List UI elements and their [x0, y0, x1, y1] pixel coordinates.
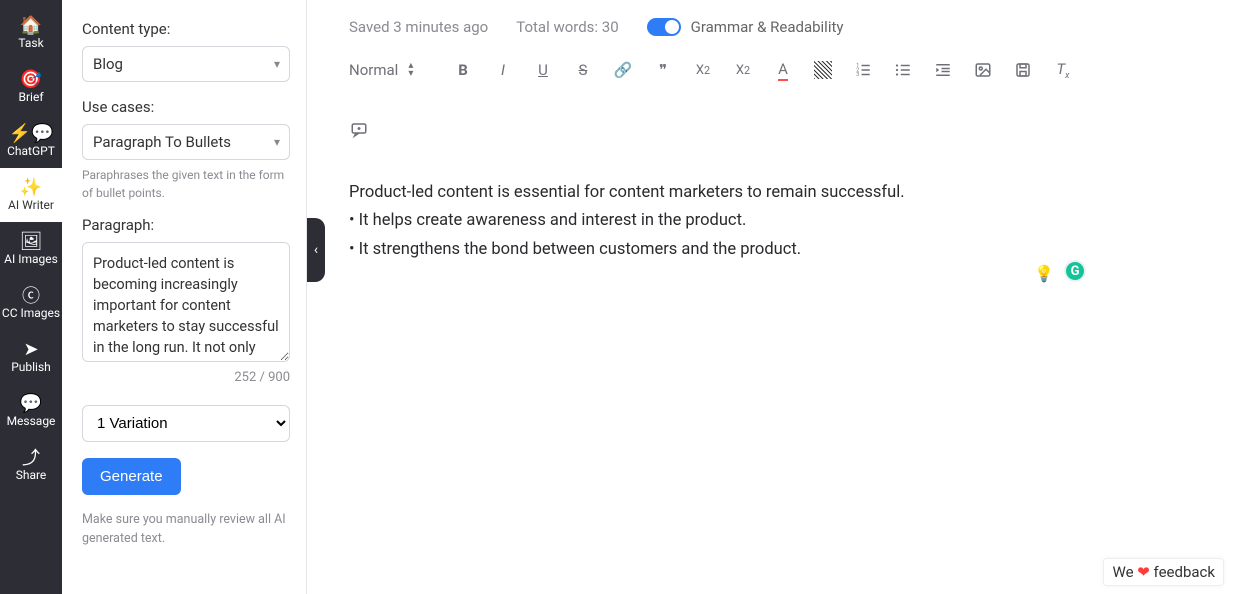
- nav-item-message[interactable]: 💬 Message: [0, 384, 62, 438]
- nav-item-publish[interactable]: ➤ Publish: [0, 330, 62, 384]
- variation-select[interactable]: 1 Variation: [82, 405, 290, 442]
- grammar-toggle-label: Grammar & Readability: [691, 18, 844, 36]
- heart-icon: ❤: [1137, 563, 1150, 581]
- grammar-toggle[interactable]: [647, 18, 681, 36]
- editor-content[interactable]: Product-led content is essential for con…: [307, 150, 1234, 295]
- nav-item-ai-images[interactable]: 🖼 AI Images: [0, 222, 62, 276]
- unordered-list-icon: [894, 61, 912, 79]
- strikethrough-button[interactable]: S: [573, 60, 593, 80]
- review-footnote: Make sure you manually review all AI gen…: [82, 511, 290, 549]
- ordered-list-button[interactable]: 123: [853, 60, 873, 80]
- format-select-label: Normal: [349, 61, 398, 79]
- bolt-chat-icon: ⚡💬: [9, 122, 54, 144]
- link-button[interactable]: 🔗: [613, 60, 633, 80]
- use-cases-label: Use cases:: [82, 98, 290, 116]
- insert-image-icon: [974, 61, 992, 79]
- save-button-icon[interactable]: [1013, 60, 1033, 80]
- nav-label: Share: [16, 468, 47, 482]
- share-icon: ⤴: [22, 446, 40, 468]
- highlight-icon: [814, 61, 832, 79]
- hint-bulb-icon[interactable]: 💡: [1034, 264, 1054, 283]
- underline-button[interactable]: U: [533, 60, 553, 80]
- text-color-button[interactable]: A: [773, 60, 793, 80]
- content-type-select[interactable]: Blog: [82, 46, 290, 82]
- unordered-list-button[interactable]: [893, 60, 913, 80]
- use-cases-hint: Paraphrases the given text in the form o…: [82, 166, 290, 202]
- content-line: • It helps create awareness and interest…: [349, 208, 1192, 234]
- editor-area: Saved 3 minutes ago Total words: 30 Gram…: [307, 0, 1234, 594]
- nav-item-cc-images[interactable]: ⓒ CC Images: [0, 276, 62, 330]
- image-icon: 🖼: [20, 230, 43, 252]
- bold-button[interactable]: B: [453, 60, 473, 80]
- ordered-list-icon: 123: [854, 61, 872, 79]
- add-comment-icon: [350, 121, 368, 139]
- nav-item-brief[interactable]: 🎯 Brief: [0, 60, 62, 114]
- blockquote-button[interactable]: ❞: [653, 60, 673, 80]
- superscript-button[interactable]: X2: [733, 60, 753, 80]
- content-line: • It strengthens the bond between custom…: [349, 237, 1192, 263]
- italic-button[interactable]: I: [493, 60, 513, 80]
- save-icon: [1014, 61, 1032, 79]
- nav-label: Publish: [11, 360, 51, 374]
- svg-text:3: 3: [856, 72, 859, 78]
- use-cases-select[interactable]: Paragraph To Bullets: [82, 124, 290, 160]
- nav-label: AI Writer: [8, 198, 54, 212]
- message-icon: 💬: [20, 392, 42, 414]
- subscript-button[interactable]: X2: [693, 60, 713, 80]
- home-icon: 🏠: [20, 14, 42, 36]
- word-count: Total words: 30: [516, 18, 618, 36]
- nav-label: Brief: [19, 90, 44, 104]
- collapse-panel-toggle[interactable]: ‹: [307, 218, 325, 282]
- grammarly-badge[interactable]: G: [1064, 260, 1086, 282]
- feedback-pre: We: [1112, 563, 1137, 581]
- chevron-updown-icon: ▴▾: [408, 62, 413, 78]
- nav-item-share[interactable]: ⤴ Share: [0, 438, 62, 492]
- nav-item-chatgpt[interactable]: ⚡💬 ChatGPT: [0, 114, 62, 168]
- feedback-widget[interactable]: We ❤ feedback: [1103, 558, 1224, 586]
- image-button[interactable]: [973, 60, 993, 80]
- content-type-label: Content type:: [82, 20, 290, 38]
- text-color-icon: A: [778, 60, 788, 81]
- status-bar: Saved 3 minutes ago Total words: 30 Gram…: [307, 0, 1234, 46]
- indent-button[interactable]: [933, 60, 953, 80]
- indent-icon: [934, 61, 952, 79]
- clear-format-icon: Tx: [1056, 60, 1069, 81]
- highlight-button[interactable]: [813, 60, 833, 80]
- nav-label: AI Images: [4, 252, 58, 266]
- chevron-left-icon: ‹: [314, 242, 318, 258]
- add-comment-button[interactable]: [349, 120, 369, 140]
- side-panel: Content type: Blog Use cases: Paragraph …: [62, 0, 307, 594]
- nav-label: Message: [7, 414, 56, 428]
- generate-button[interactable]: Generate: [82, 458, 181, 495]
- nav-item-task[interactable]: 🏠 Task: [0, 6, 62, 60]
- char-counter: 252 / 900: [82, 370, 290, 385]
- editor-toolbar: Normal ▴▾ B I U S 🔗 ❞ X2 X2 A 123: [307, 46, 1234, 150]
- link-icon: 🔗: [614, 61, 633, 79]
- paragraph-label: Paragraph:: [82, 216, 290, 234]
- wand-icon: ✨: [20, 176, 42, 198]
- format-select[interactable]: Normal ▴▾: [349, 61, 433, 79]
- nav-label: Task: [18, 36, 43, 50]
- paper-plane-icon: ➤: [23, 338, 38, 360]
- nav-label: ChatGPT: [7, 144, 55, 158]
- feedback-post: feedback: [1150, 563, 1215, 581]
- left-nav-rail: 🏠 Task 🎯 Brief ⚡💬 ChatGPT ✨ AI Writer 🖼 …: [0, 0, 62, 594]
- saved-status: Saved 3 minutes ago: [349, 18, 488, 36]
- cc-icon: ⓒ: [22, 284, 40, 306]
- paragraph-input[interactable]: [82, 242, 290, 362]
- nav-item-ai-writer[interactable]: ✨ AI Writer: [0, 168, 62, 222]
- content-line: Product-led content is essential for con…: [349, 180, 1192, 206]
- target-icon: 🎯: [20, 68, 42, 90]
- clear-format-button[interactable]: Tx: [1053, 60, 1073, 80]
- quote-icon: ❞: [659, 61, 667, 79]
- nav-label: CC Images: [2, 306, 60, 320]
